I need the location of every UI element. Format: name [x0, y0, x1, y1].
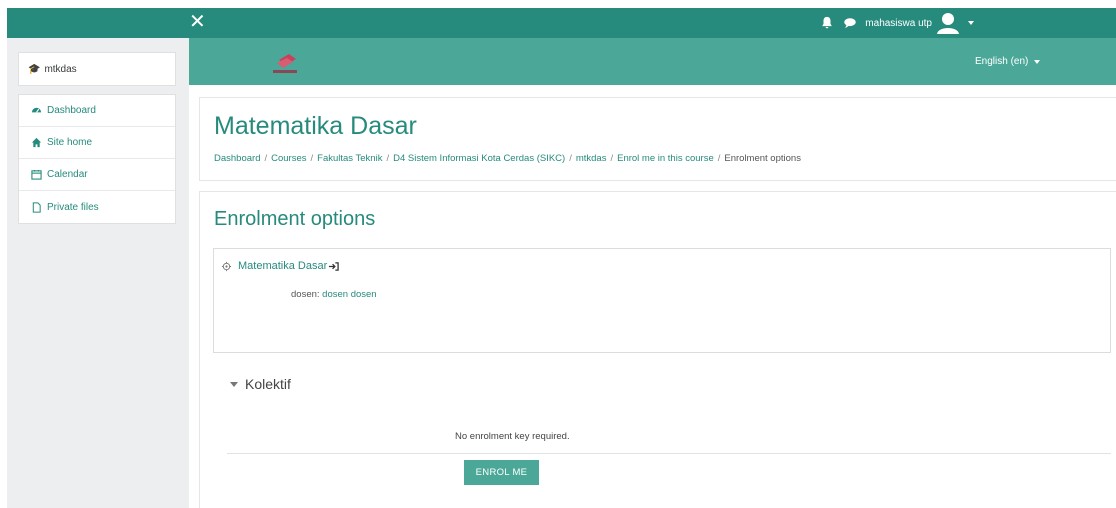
sidebar-item-label: Calendar: [47, 169, 88, 180]
breadcrumb-separator: /: [310, 153, 314, 164]
breadcrumb-link-course[interactable]: mtkdas: [576, 153, 607, 164]
breadcrumb: Dashboard / Courses / Fakultas Teknik / D4 Sis…: [214, 153, 801, 164]
breadcrumb-link-faculty[interactable]: Fakultas Teknik: [317, 153, 382, 164]
graduation-cap-icon: 🎓: [28, 63, 41, 75]
page-title: Matematika Dasar: [214, 112, 417, 140]
breadcrumb-separator: /: [610, 153, 614, 164]
enrolment-heading: Enrolment options: [214, 208, 376, 230]
chat-icon[interactable]: [843, 16, 857, 30]
breadcrumb-separator: /: [717, 153, 721, 164]
sidebar-item-site-home[interactable]: Site home: [19, 127, 175, 159]
close-drawer-button[interactable]: ✕: [189, 12, 206, 32]
sidebar-item-label: Private files: [47, 201, 99, 213]
course-name: Matematika Dasar: [238, 260, 328, 272]
home-icon: [31, 137, 42, 148]
sidebar-course-link[interactable]: 🎓 mtkdas: [18, 52, 176, 86]
course-link[interactable]: Matematika Dasar: [221, 260, 339, 272]
sidebar-item-dashboard[interactable]: Dashboard: [19, 95, 175, 127]
course-summary-box: Matematika Dasar dosen: dosen dosen: [213, 248, 1111, 353]
divider: [227, 453, 1111, 454]
dashboard-icon: [31, 107, 42, 113]
language-menu[interactable]: English (en): [975, 56, 1041, 67]
self-enrol-icon: [329, 261, 339, 271]
page-header-band: English (en): [189, 38, 1116, 85]
sidebar-item-label: Site home: [47, 137, 93, 148]
caret-down-icon[interactable]: [968, 21, 974, 25]
breadcrumb-separator: /: [386, 153, 390, 164]
enrol-method-toggle[interactable]: Kolektif: [230, 376, 291, 392]
bell-icon[interactable]: [820, 16, 834, 30]
breadcrumb-current: Enrolment options: [724, 153, 801, 164]
enrolment-key-note: No enrolment key required.: [455, 431, 570, 442]
breadcrumb-link-courses[interactable]: Courses: [271, 153, 306, 164]
user-area: mahasiswa utp: [820, 12, 974, 34]
sidebar-nav: Dashboard Site home Calendar Private fil…: [18, 94, 176, 224]
calendar-icon: [31, 169, 42, 180]
enrol-me-button[interactable]: ENROL ME: [464, 460, 539, 485]
user-name[interactable]: mahasiswa utp: [865, 18, 932, 29]
sidebar-item-label: Dashboard: [47, 105, 96, 116]
sidebar-item-calendar[interactable]: Calendar: [19, 159, 175, 191]
file-icon: [32, 201, 41, 213]
enrolment-card: Enrolment options Matematika Dasar dosen…: [199, 191, 1116, 508]
caret-down-icon: [1034, 59, 1041, 64]
collapse-caret-icon: [230, 381, 238, 387]
sidebar-course-label: mtkdas: [44, 63, 77, 75]
course-icon: [221, 261, 232, 271]
language-label: English (en): [975, 56, 1029, 67]
enrol-method-name: Kolektif: [245, 376, 291, 392]
breadcrumb-link-dashboard[interactable]: Dashboard: [214, 153, 260, 164]
breadcrumb-link-program[interactable]: D4 Sistem Informasi Kota Cerdas (SIKC): [393, 153, 565, 164]
breadcrumb-separator: /: [264, 153, 268, 164]
breadcrumb-separator: /: [569, 153, 572, 164]
sidebar-item-private-files[interactable]: Private files: [19, 191, 175, 223]
teacher-name-link[interactable]: dosen dosen: [322, 289, 376, 300]
teacher-role: dosen:: [291, 289, 320, 300]
top-navbar: ✕ mahasiswa utp: [7, 8, 1116, 38]
breadcrumb-link-enrol[interactable]: Enrol me in this course: [617, 153, 714, 164]
course-teacher: dosen: dosen dosen: [291, 289, 377, 300]
avatar-icon[interactable]: [936, 12, 960, 34]
site-logo[interactable]: [269, 50, 303, 76]
page-header-card: Matematika Dasar Dashboard / Courses / Fakul…: [199, 97, 1116, 181]
